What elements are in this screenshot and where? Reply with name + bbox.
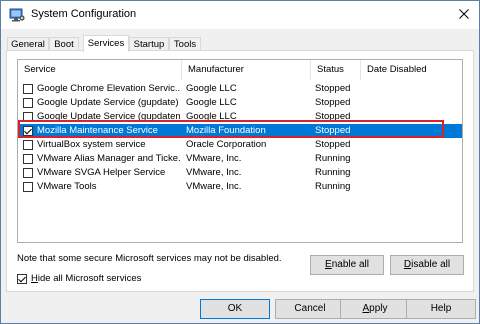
service-row[interactable]: Google Chrome Elevation Servic... Google… xyxy=(18,82,462,96)
service-name: VMware Alias Manager and Ticke... xyxy=(37,153,180,164)
apply-label: pply xyxy=(369,303,388,314)
service-manufacturer: VMware, Inc. xyxy=(186,167,242,178)
service-date-disabled xyxy=(365,82,460,96)
service-status: Running xyxy=(315,181,351,192)
service-row[interactable]: Google Update Service (gupdatem) Google … xyxy=(18,110,462,124)
service-checkbox-checked[interactable] xyxy=(23,126,33,136)
secure-services-note: Note that some secure Microsoft services… xyxy=(17,253,282,264)
tab-strip: General Boot Services Startup Tools xyxy=(1,35,479,52)
apply-button[interactable]: Apply xyxy=(340,299,410,319)
service-name: VMware Tools xyxy=(37,181,97,192)
service-date-disabled xyxy=(365,96,460,110)
system-configuration-window: System Configuration General Boot Servic… xyxy=(0,0,480,324)
service-name: Google Update Service (gupdatem) xyxy=(37,111,180,122)
column-header-manufacturer[interactable]: Manufacturer xyxy=(182,60,311,80)
disable-all-button[interactable]: Disable all xyxy=(390,255,464,275)
ok-button[interactable]: OK xyxy=(200,299,270,319)
service-manufacturer: VMware, Inc. xyxy=(186,153,242,164)
service-manufacturer: Google LLC xyxy=(186,83,237,94)
column-header-service[interactable]: Service xyxy=(18,60,182,80)
tab-services[interactable]: Services xyxy=(83,35,129,52)
enable-all-label: nable all xyxy=(331,259,369,270)
msconfig-app-icon xyxy=(9,8,25,22)
close-icon xyxy=(459,8,469,22)
tab-boot[interactable]: Boot xyxy=(49,37,79,51)
title-bar: System Configuration xyxy=(1,1,479,29)
service-checkbox[interactable] xyxy=(23,140,33,150)
service-status: Stopped xyxy=(315,125,351,136)
service-date-disabled xyxy=(365,124,460,138)
service-checkbox[interactable] xyxy=(23,84,33,94)
tab-tools[interactable]: Tools xyxy=(169,37,201,51)
column-header-date-disabled[interactable]: Date Disabled xyxy=(361,60,462,80)
service-status: Running xyxy=(315,167,351,178)
enable-all-button[interactable]: Enable all xyxy=(310,255,384,275)
service-date-disabled xyxy=(365,110,460,124)
service-row[interactable]: VirtualBox system service Oracle Corpora… xyxy=(18,138,462,152)
list-header: Service Manufacturer Status Date Disable… xyxy=(18,60,462,80)
service-status: Stopped xyxy=(315,139,351,150)
hide-ms-accel: H xyxy=(31,273,38,284)
service-manufacturer: VMware, Inc. xyxy=(186,181,242,192)
service-row[interactable]: VMware SVGA Helper Service VMware, Inc. … xyxy=(18,166,462,180)
service-row[interactable]: Google Update Service (gupdate) Google L… xyxy=(18,96,462,110)
service-date-disabled xyxy=(365,180,460,194)
cancel-button[interactable]: Cancel xyxy=(275,299,345,319)
service-date-disabled xyxy=(365,166,460,180)
service-row[interactable]: VMware Tools VMware, Inc. Running xyxy=(18,180,462,194)
service-date-disabled xyxy=(365,152,460,166)
service-manufacturer: Oracle Corporation xyxy=(186,139,267,150)
window-title: System Configuration xyxy=(31,8,137,20)
close-button[interactable] xyxy=(453,4,475,26)
service-manufacturer: Mozilla Foundation xyxy=(186,125,266,136)
hide-microsoft-services-label[interactable]: Hide all Microsoft services xyxy=(31,273,141,285)
column-header-status[interactable]: Status xyxy=(311,60,361,80)
service-status: Running xyxy=(315,153,351,164)
service-name: VMware SVGA Helper Service xyxy=(37,167,166,178)
tab-general[interactable]: General xyxy=(7,37,49,51)
service-row[interactable]: VMware Alias Manager and Ticke... VMware… xyxy=(18,152,462,166)
help-button[interactable]: Help xyxy=(406,299,476,319)
enable-all-accel: E xyxy=(325,259,332,270)
service-date-disabled xyxy=(365,138,460,152)
service-row-selected[interactable]: Mozilla Maintenance Service Mozilla Foun… xyxy=(18,124,462,138)
service-manufacturer: Google LLC xyxy=(186,111,237,122)
service-checkbox[interactable] xyxy=(23,112,33,122)
service-name: Google Chrome Elevation Servic... xyxy=(37,83,180,94)
service-name: VirtualBox system service xyxy=(37,139,146,150)
hide-ms-label-rest: ide all Microsoft services xyxy=(37,273,142,284)
disable-all-label: isable all xyxy=(411,259,451,270)
service-checkbox[interactable] xyxy=(23,168,33,178)
hide-microsoft-services-checkbox[interactable] xyxy=(17,274,27,284)
service-checkbox[interactable] xyxy=(23,182,33,192)
service-status: Stopped xyxy=(315,83,351,94)
tab-startup[interactable]: Startup xyxy=(129,37,169,51)
services-list[interactable]: Service Manufacturer Status Date Disable… xyxy=(17,59,463,243)
service-status: Stopped xyxy=(315,97,351,108)
service-name: Google Update Service (gupdate) xyxy=(37,97,179,108)
service-manufacturer: Google LLC xyxy=(186,97,237,108)
service-status: Stopped xyxy=(315,111,351,122)
service-name: Mozilla Maintenance Service xyxy=(37,125,158,136)
service-checkbox[interactable] xyxy=(23,154,33,164)
service-checkbox[interactable] xyxy=(23,98,33,108)
